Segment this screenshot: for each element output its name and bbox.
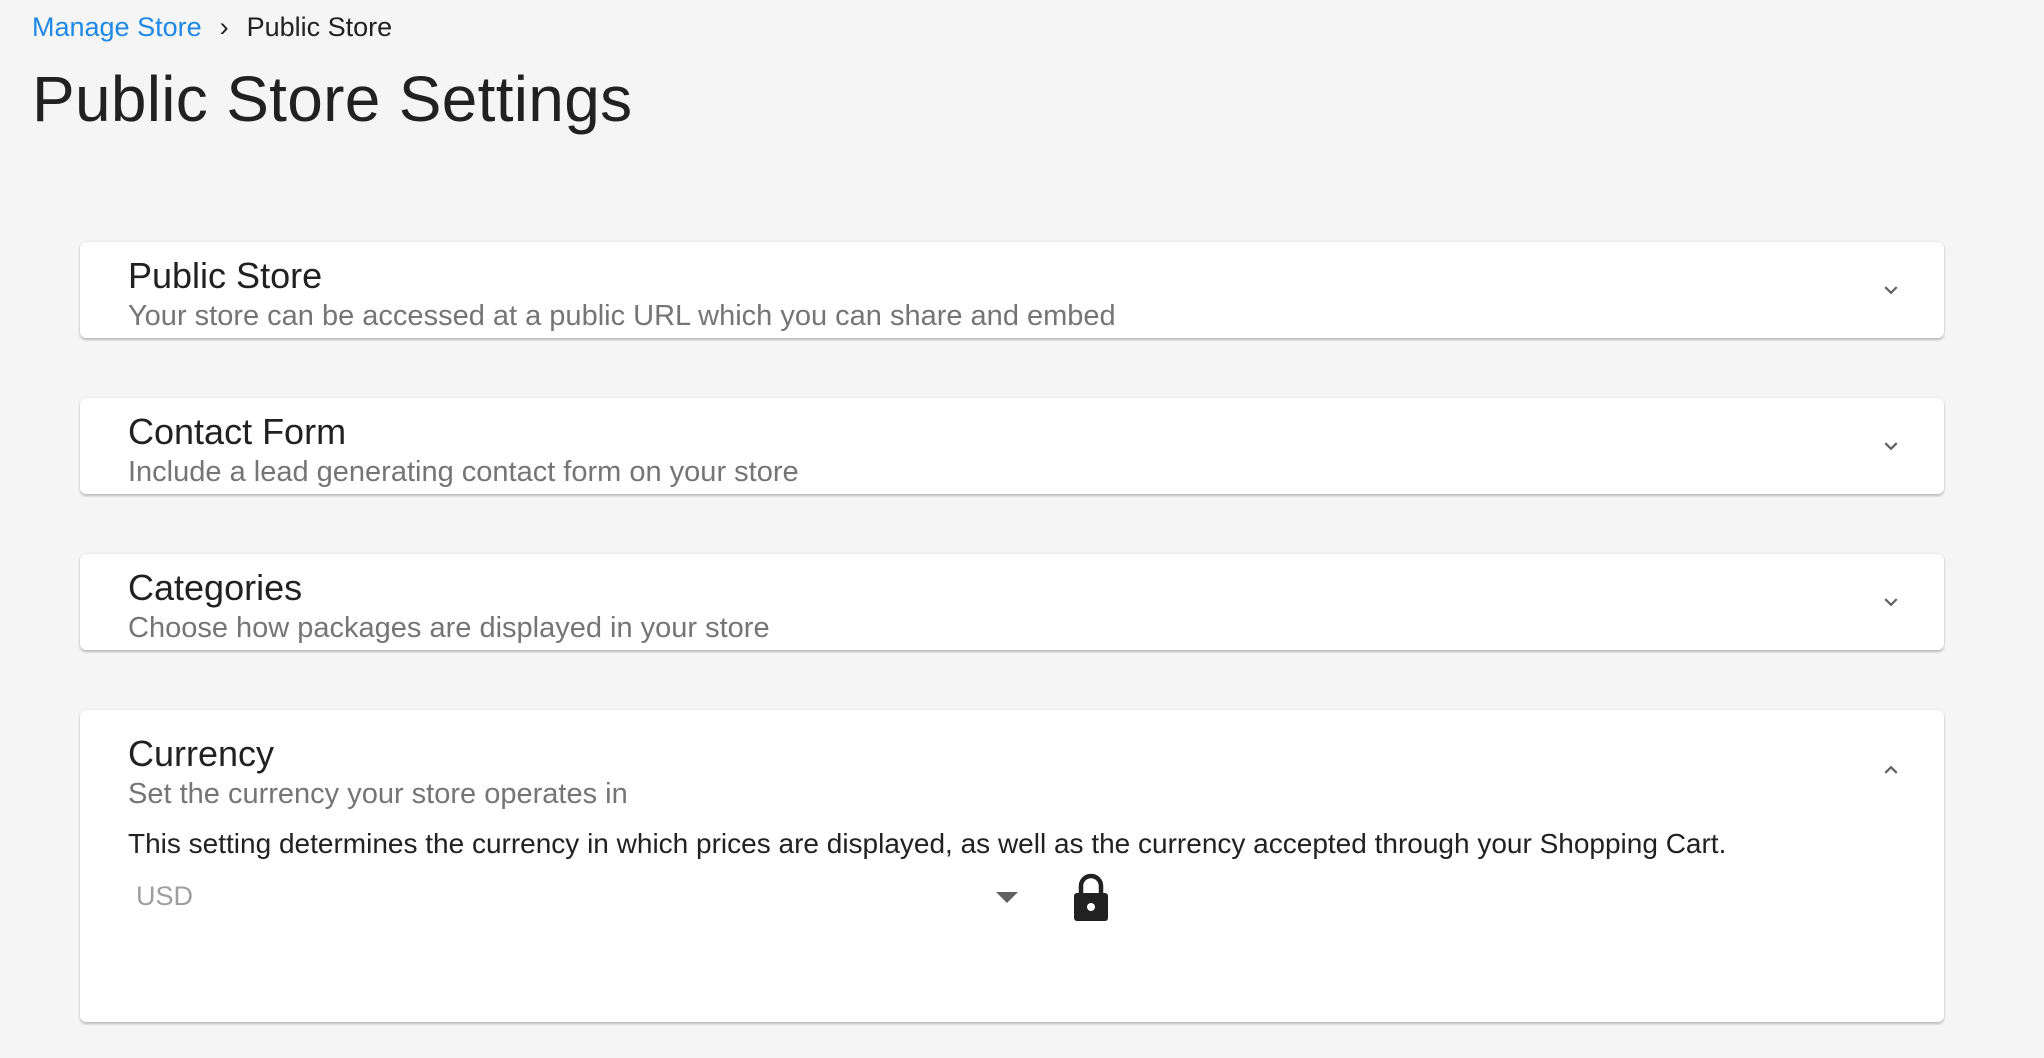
currency-select-row: USD: [128, 873, 1896, 923]
panel-title: Contact Form: [128, 411, 347, 452]
breadcrumb-current: Public Store: [246, 12, 393, 42]
panel-currency: Currency Set the currency your store ope…: [80, 710, 1944, 1022]
chevron-down-icon[interactable]: [1878, 277, 1904, 303]
chevron-up-icon[interactable]: [1878, 757, 1904, 783]
panel-categories-header[interactable]: Categories Choose how packages are displ…: [80, 554, 1944, 650]
panel-subtitle: Choose how packages are displayed in you…: [128, 612, 770, 644]
panel-currency-body: This setting determines the currency in …: [80, 827, 1944, 923]
panel-title: Categories: [128, 567, 303, 608]
panel-title: Public Store: [128, 255, 323, 296]
panel-categories: Categories Choose how packages are displ…: [80, 554, 1944, 650]
panel-public-store: Public Store Your store can be accessed …: [80, 242, 1944, 338]
panel-title: Currency: [128, 733, 275, 774]
lock-icon: [1072, 873, 1110, 928]
panel-subtitle: Your store can be accessed at a public U…: [128, 300, 1116, 332]
panel-currency-header[interactable]: Currency Set the currency your store ope…: [80, 710, 1944, 816]
panel-subtitle: Include a lead generating contact form o…: [128, 456, 799, 488]
currency-select[interactable]: USD: [128, 875, 1018, 923]
currency-select-value: USD: [136, 881, 194, 911]
chevron-down-icon[interactable]: [1878, 433, 1904, 459]
page-title: Public Store Settings: [32, 63, 633, 135]
panel-subtitle: Set the currency your store operates in: [128, 778, 628, 810]
chevron-down-icon[interactable]: [1878, 589, 1904, 615]
breadcrumb: Manage Store › Public Store: [32, 12, 392, 43]
currency-description: This setting determines the currency in …: [128, 828, 1727, 859]
panel-contact-form: Contact Form Include a lead generating c…: [80, 398, 1944, 494]
breadcrumb-separator: ›: [219, 12, 229, 42]
caret-down-icon: [996, 891, 1018, 909]
breadcrumb-manage-store-link[interactable]: Manage Store: [32, 12, 202, 43]
panel-public-store-header[interactable]: Public Store Your store can be accessed …: [80, 242, 1944, 338]
panel-contact-form-header[interactable]: Contact Form Include a lead generating c…: [80, 398, 1944, 494]
